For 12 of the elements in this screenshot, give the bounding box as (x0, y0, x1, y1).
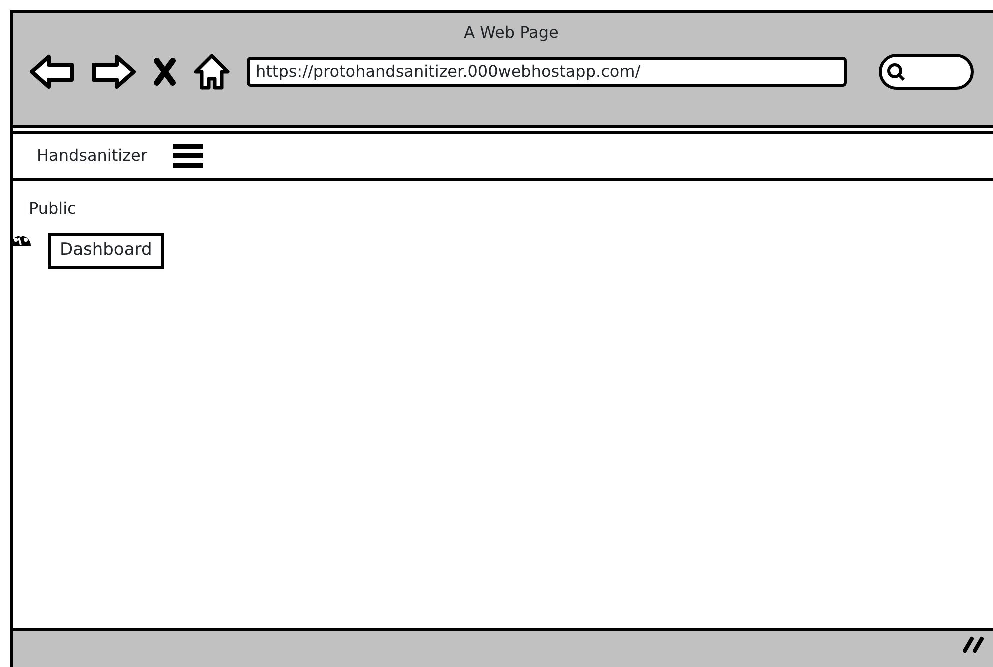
home-icon[interactable] (193, 53, 231, 91)
close-icon[interactable] (153, 58, 177, 86)
address-field[interactable]: https://protohandsanitizer.000webhostapp.com/ (247, 57, 847, 87)
forward-icon[interactable] (91, 54, 137, 90)
window-title: A Web Page (463, 22, 560, 44)
brand-name[interactable]: Handsanitizer (37, 144, 148, 168)
section-heading: Public (28, 198, 78, 220)
search-icon (886, 62, 906, 82)
search-field[interactable] (879, 54, 974, 90)
dashboard-link[interactable]: Dashboard (48, 233, 164, 268)
back-icon[interactable] (29, 54, 75, 90)
menu-icon[interactable] (171, 141, 206, 171)
